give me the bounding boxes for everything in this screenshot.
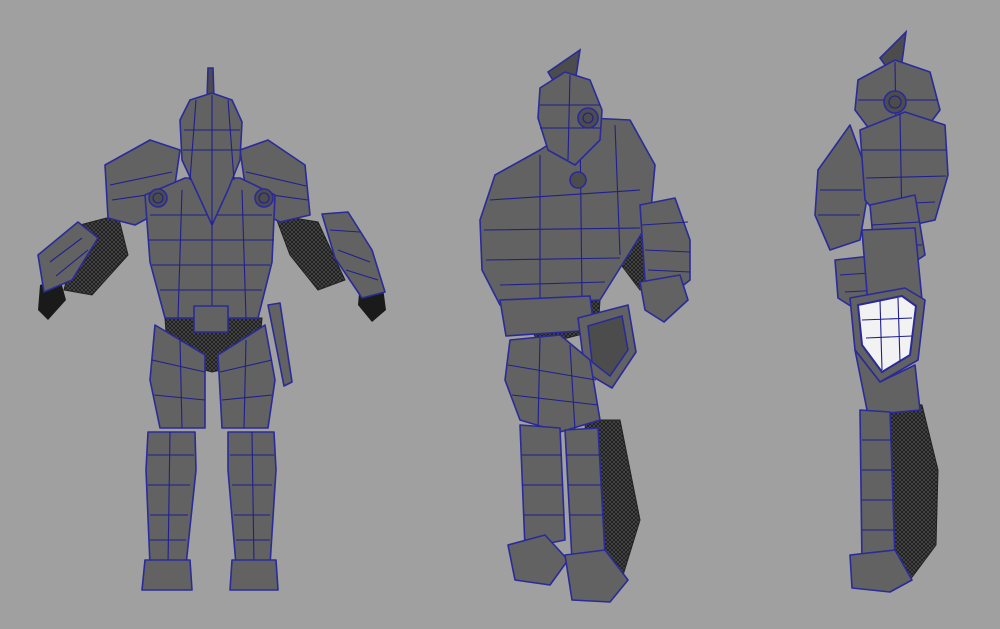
front-belt-buckle [193,305,229,333]
tq-back-shin [564,427,606,561]
tq-front-foot [507,534,569,586]
side-helmet-disc [883,90,907,114]
model-three-quarter-view [479,48,691,603]
front-left-disc [148,188,168,208]
front-left-foot [141,559,193,591]
model-side-view [814,29,949,593]
tq-chest-disc [569,171,587,189]
tq-hand [639,274,689,323]
model-front-view [37,67,386,591]
front-right-foot [229,559,279,591]
render-canvas [37,29,949,603]
side-shin [859,409,896,566]
viewport [0,0,1000,629]
tq-helmet-disc [577,107,599,129]
tq-front-shin [519,424,566,549]
front-right-disc [254,188,274,208]
front-left-shin [145,431,197,566]
